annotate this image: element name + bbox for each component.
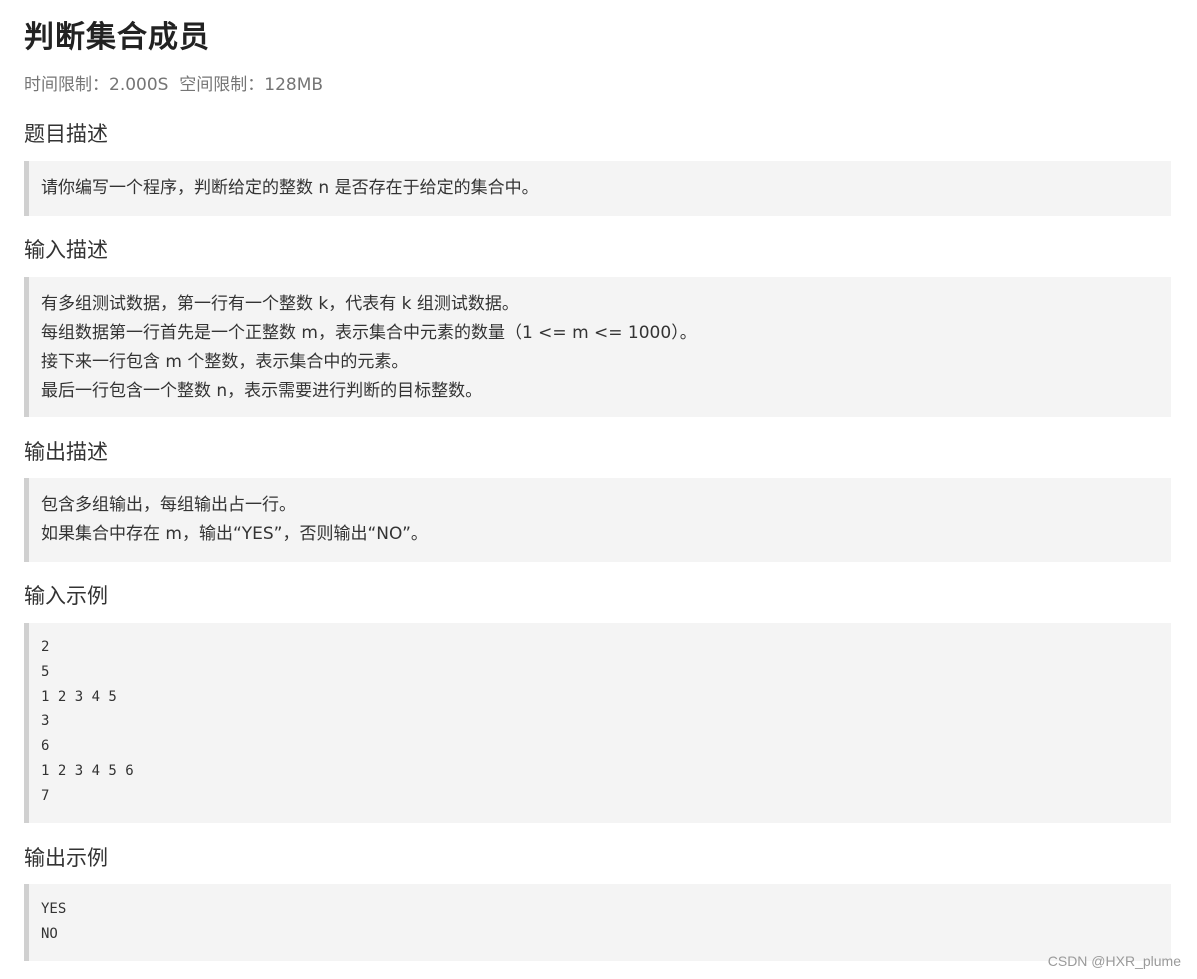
csdn-watermark: CSDN @HXR_plume [1047, 953, 1181, 969]
sample-input-line: 3 [41, 713, 50, 730]
input-line: 最后一行包含一个整数 n，表示需要进行判断的目标整数。 [41, 381, 483, 401]
output-heading: 输出描述 [24, 440, 108, 464]
output-line: 包含多组输出，每组输出占一行。 [41, 495, 296, 515]
input-line: 有多组测试数据，第一行有一个整数 k，代表有 k 组测试数据。 [41, 294, 519, 314]
description-heading: 题目描述 [24, 122, 108, 146]
input-block: 有多组测试数据，第一行有一个整数 k，代表有 k 组测试数据。 每组数据第一行首… [24, 277, 1171, 417]
output-line: 如果集合中存在 m，输出“YES”，否则输出“NO”。 [41, 524, 428, 544]
description-block: 请你编写一个程序，判断给定的整数 n 是否存在于给定的集合中。 [24, 161, 1171, 216]
sample-input-line: 1 2 3 4 5 6 [41, 762, 134, 779]
input-heading: 输入描述 [24, 238, 108, 262]
input-line: 接下来一行包含 m 个整数，表示集合中的元素。 [41, 352, 409, 372]
sample-output-block: YES NO [24, 884, 1171, 961]
problem-title: 判断集合成员 [24, 20, 210, 55]
sample-output-line: YES [41, 901, 67, 917]
problem-limits: 时间限制：2.000S 空间限制：128MB [24, 75, 324, 95]
sample-input-line: 7 [41, 787, 50, 804]
sample-input-line: 2 [41, 639, 50, 655]
sample-input-block: 2 5 1 2 3 4 5 3 6 1 2 3 4 5 6 7 [24, 623, 1171, 823]
sample-input-line: 6 [41, 738, 50, 755]
sample-input-heading: 输入示例 [24, 584, 108, 608]
output-block: 包含多组输出，每组输出占一行。 如果集合中存在 m，输出“YES”，否则输出“N… [24, 478, 1171, 562]
sample-input-line: 5 [41, 663, 50, 680]
sample-output-heading: 输出示例 [24, 846, 108, 870]
sample-output-line: NO [41, 925, 58, 942]
sample-input-line: 1 2 3 4 5 [41, 688, 117, 705]
input-line: 每组数据第一行首先是一个正整数 m，表示集合中元素的数量（1 <= m <= 1… [41, 323, 697, 343]
description-line: 请你编写一个程序，判断给定的整数 n 是否存在于给定的集合中。 [41, 178, 539, 198]
